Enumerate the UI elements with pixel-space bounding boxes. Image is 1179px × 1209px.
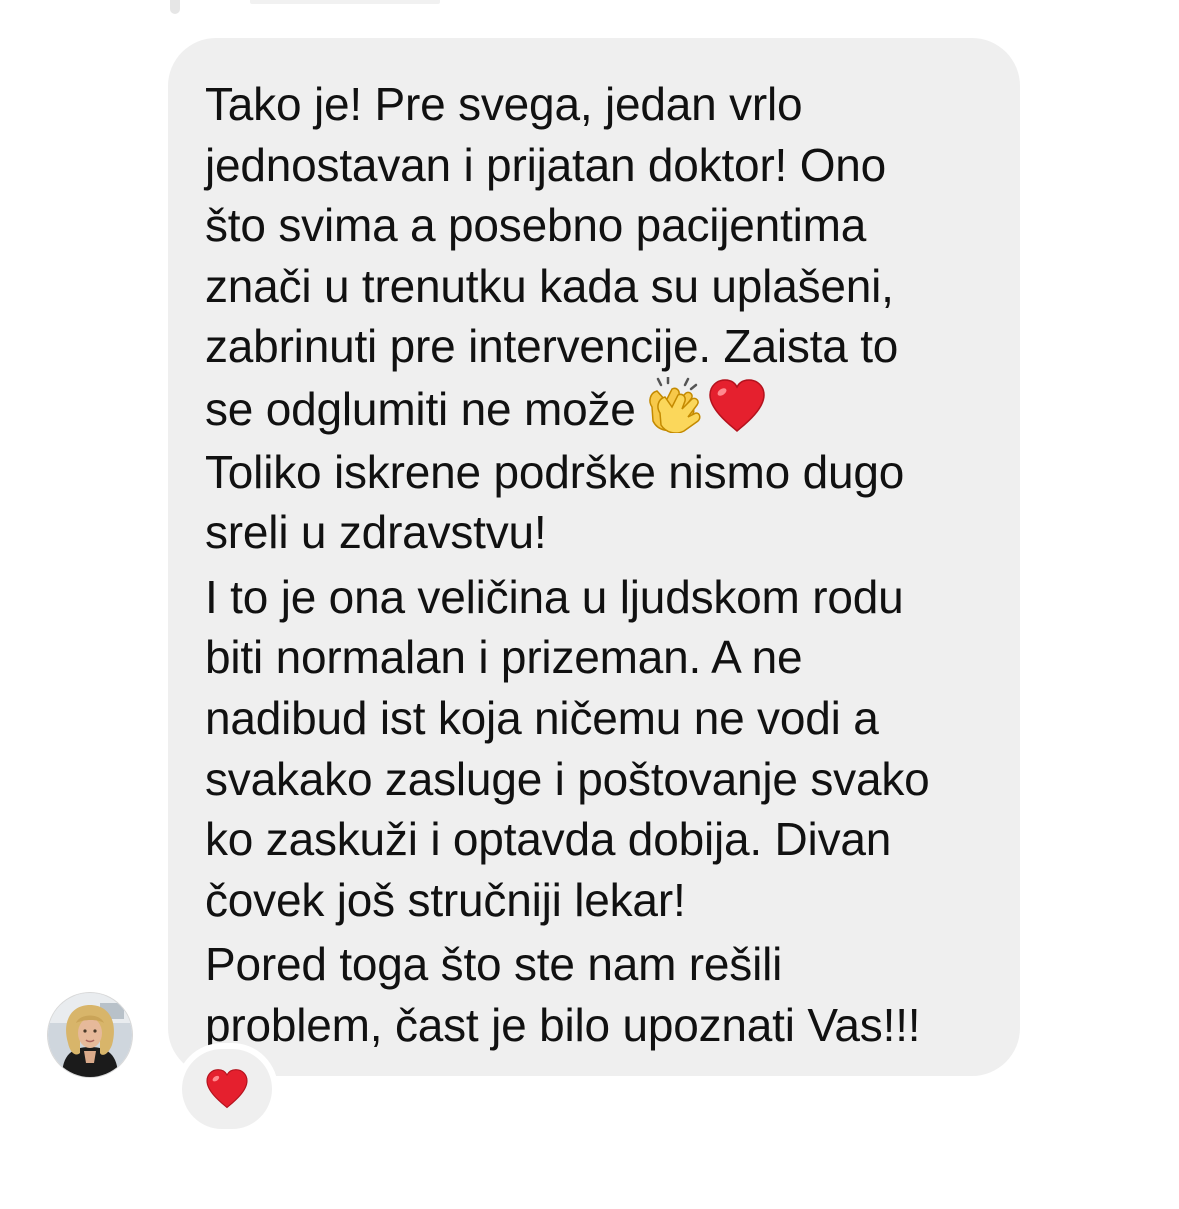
- message-line: biti normalan i prizeman. A ne: [205, 631, 803, 684]
- message-line: što svima a posebno pacijentima: [205, 199, 867, 252]
- message-line: sreli u zdravstvu!: [205, 506, 547, 559]
- red-heart-icon: [708, 379, 766, 433]
- message-bubble[interactable]: Tako je! Pre svega, jedan vrlo jednostav…: [168, 38, 1020, 1076]
- message-line: nadibud ist koja ničemu ne vodi a: [205, 691, 879, 744]
- message-line-text: se odglumiti ne može: [205, 382, 636, 435]
- message-line: I to je ona veličina u ljudskom rodu: [205, 570, 904, 623]
- message-line: svakako zasluge i poštovanje svako: [205, 752, 930, 805]
- message-line: zabrinuti pre intervencije. Zaista to: [205, 320, 899, 373]
- previous-message-edge-line: [250, 0, 440, 4]
- message-line: čovek još stručniji lekar!: [205, 873, 686, 926]
- message-line: jednostavan i prijatan doktor! Ono: [205, 138, 887, 191]
- previous-message-edge: [170, 0, 180, 14]
- reaction-badge[interactable]: [182, 1049, 272, 1129]
- message-line: problem, čast je bilo upoznati Vas!!!: [205, 998, 921, 1051]
- message-line: ko zaskuži i optavda dobija. Divan: [205, 813, 892, 866]
- message-line-with-emoji: se odglumiti ne može: [205, 376, 990, 438]
- clapping-hands-icon: [642, 376, 702, 433]
- message-line: znači u trenutku kada su uplašeni,: [205, 259, 894, 312]
- message-line: Tako je! Pre svega, jedan vrlo: [205, 78, 803, 130]
- message-line: Toliko iskrene podrške nismo dugo: [205, 445, 905, 498]
- red-heart-icon: [205, 1069, 249, 1109]
- message-line: Pored toga što ste nam rešili: [205, 938, 783, 991]
- avatar[interactable]: [48, 993, 132, 1077]
